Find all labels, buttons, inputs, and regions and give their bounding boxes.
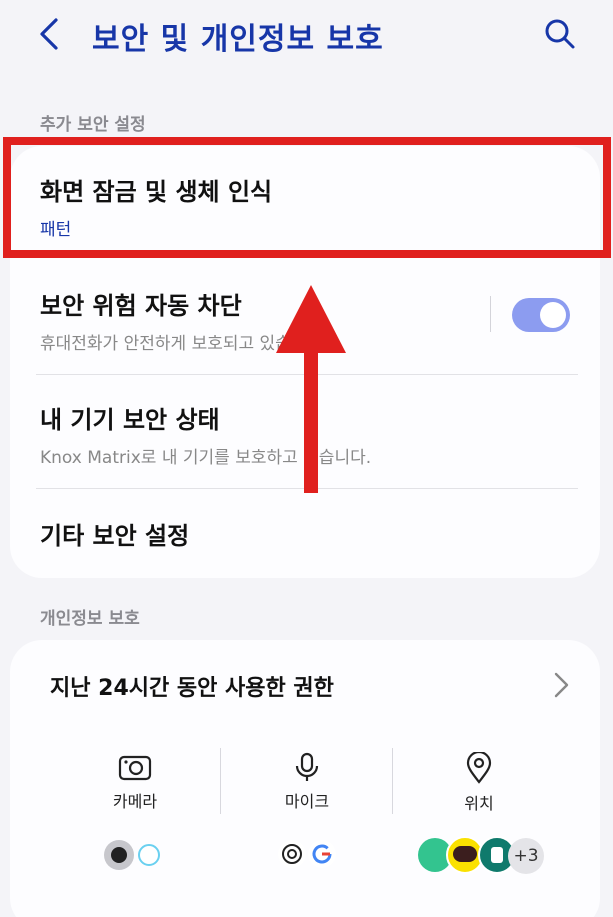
arrow-up-icon [276, 285, 346, 493]
more-apps-badge[interactable]: +3 [508, 838, 544, 874]
other-security-settings-item[interactable]: 기타 보안 설정 [40, 516, 578, 551]
location-pin-icon [466, 752, 492, 784]
bixby-app-icon [138, 844, 160, 866]
chatgpt-app-icon [278, 840, 306, 868]
item-title: 기타 보안 설정 [40, 522, 190, 550]
page-title: 보안 및 개인정보 보호 [92, 22, 384, 57]
chevron-right-icon[interactable] [550, 670, 572, 700]
app-bar: 보안 및 개인정보 보호 [0, 0, 613, 72]
column-separator [392, 748, 393, 814]
chevron-left-icon [40, 18, 58, 50]
google-app-icon [308, 840, 336, 868]
permission-microphone[interactable]: 마이크 [232, 752, 382, 812]
item-title: 화면 잠금 및 생체 인식 [40, 178, 273, 206]
column-separator [220, 748, 221, 814]
permission-location[interactable]: 위치 [404, 752, 554, 814]
permission-label: 카메라 [112, 792, 158, 811]
auto-blocker-toggle[interactable] [512, 298, 570, 332]
camera-app-icon [104, 840, 134, 870]
item-title: 보안 위험 자동 차단 [40, 292, 242, 320]
section-label-privacy: 개인정보 보호 [40, 609, 140, 629]
search-icon [545, 19, 575, 49]
permission-label: 위치 [464, 794, 494, 813]
item-subtitle: 패턴 [40, 220, 72, 240]
permission-label: 마이크 [284, 792, 330, 811]
screen-lock-biometrics-item[interactable]: 화면 잠금 및 생체 인식 패턴 [40, 172, 578, 240]
item-subtitle: 휴대전화가 안전하게 보호되고 있습니다. [40, 334, 328, 354]
auto-blocker-item[interactable]: 보안 위험 자동 차단 휴대전화가 안전하게 보호되고 있습니다. [40, 286, 480, 354]
back-button[interactable] [30, 14, 70, 54]
search-button[interactable] [540, 14, 580, 54]
privacy-card: 지난 24시간 동안 사용한 권한 카메라 마이크 위치 +3 [10, 640, 600, 917]
toggle-separator [490, 296, 491, 332]
section-label-extra-security: 추가 보안 설정 [40, 115, 146, 135]
toggle-knob [540, 302, 566, 328]
camera-icon [118, 755, 152, 781]
permission-camera[interactable]: 카메라 [60, 752, 210, 812]
permissions-used-title[interactable]: 지난 24시간 동안 사용한 권한 [50, 670, 334, 702]
microphone-icon [295, 752, 319, 781]
